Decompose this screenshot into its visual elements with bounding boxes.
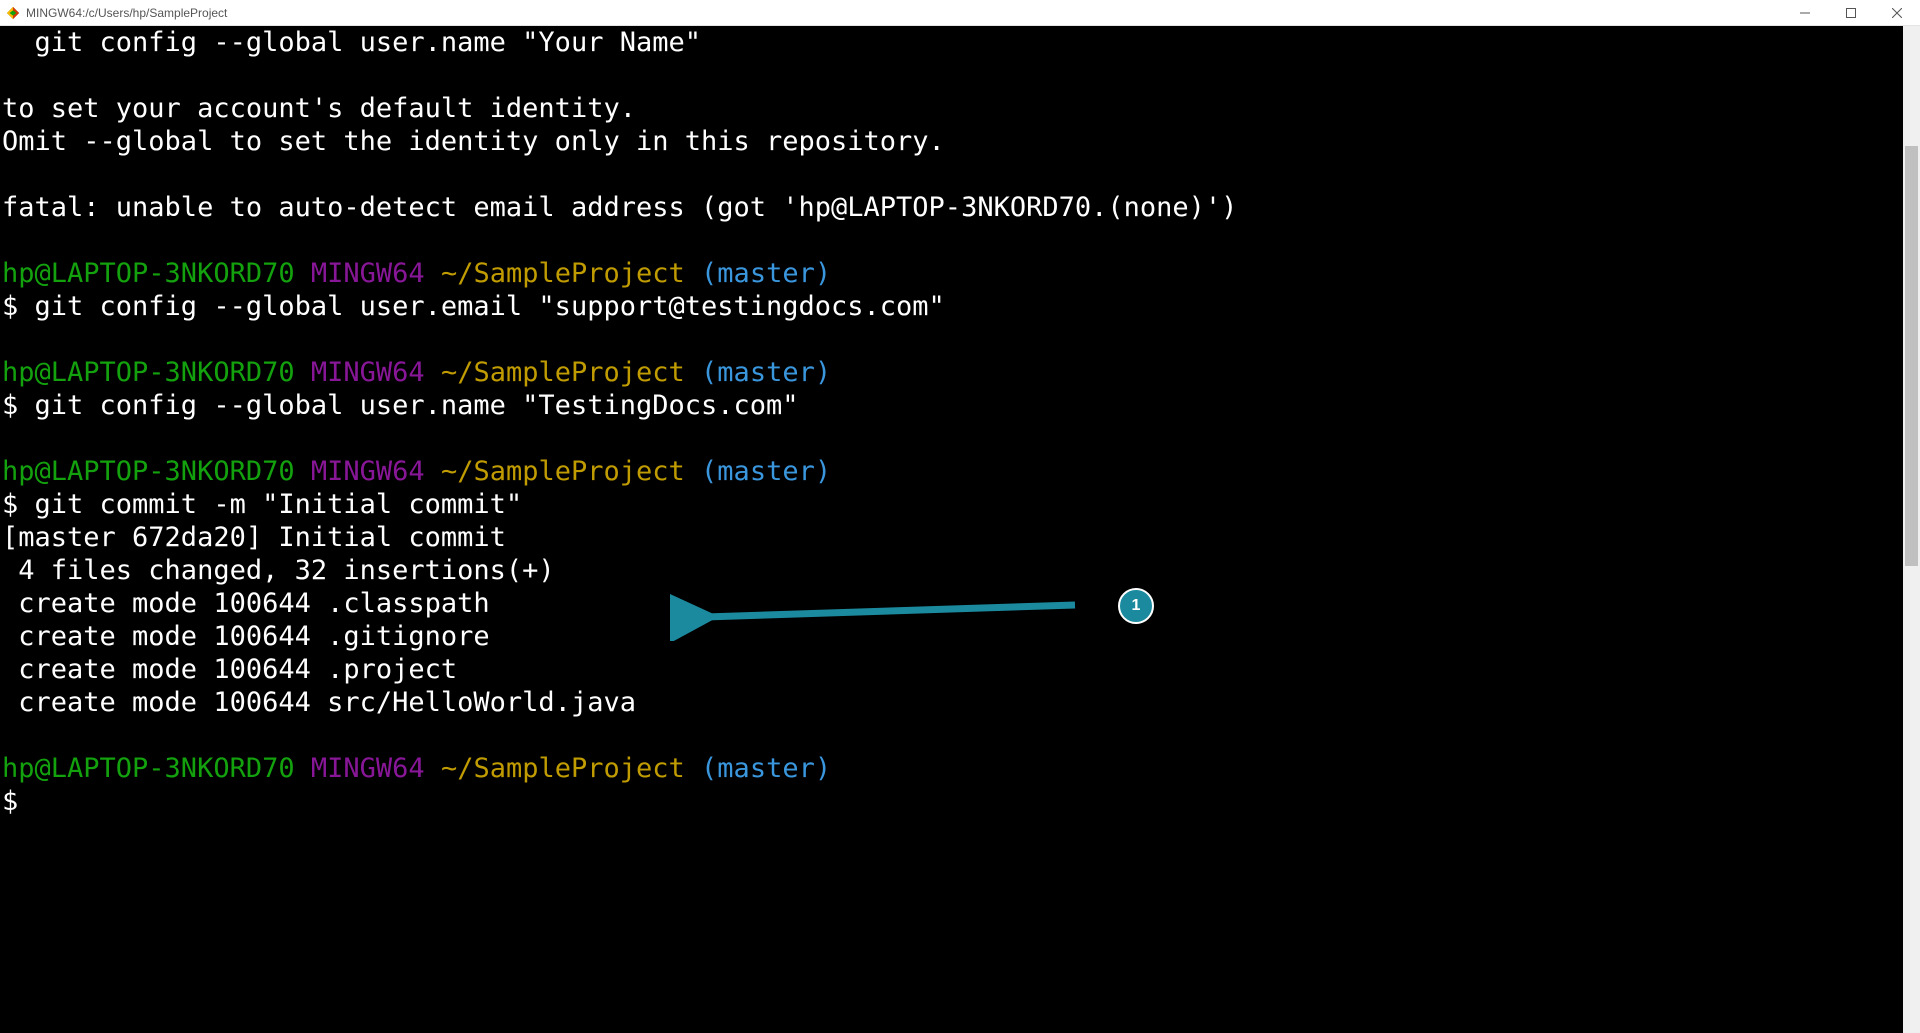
titlebar-left: MINGW64:/c/Users/hp/SampleProject (6, 6, 227, 20)
maximize-button[interactable] (1828, 0, 1874, 25)
terminal-output[interactable]: git config --global user.name "Your Name… (0, 26, 1903, 1033)
minimize-button[interactable] (1782, 0, 1828, 25)
vertical-scrollbar[interactable] (1903, 26, 1920, 1033)
scroll-thumb[interactable] (1905, 146, 1918, 566)
window-controls (1782, 0, 1920, 25)
app-icon (6, 6, 20, 20)
terminal-area: git config --global user.name "Your Name… (0, 26, 1920, 1033)
window-titlebar: MINGW64:/c/Users/hp/SampleProject (0, 0, 1920, 26)
window-title-text: MINGW64:/c/Users/hp/SampleProject (26, 6, 227, 20)
close-button[interactable] (1874, 0, 1920, 25)
